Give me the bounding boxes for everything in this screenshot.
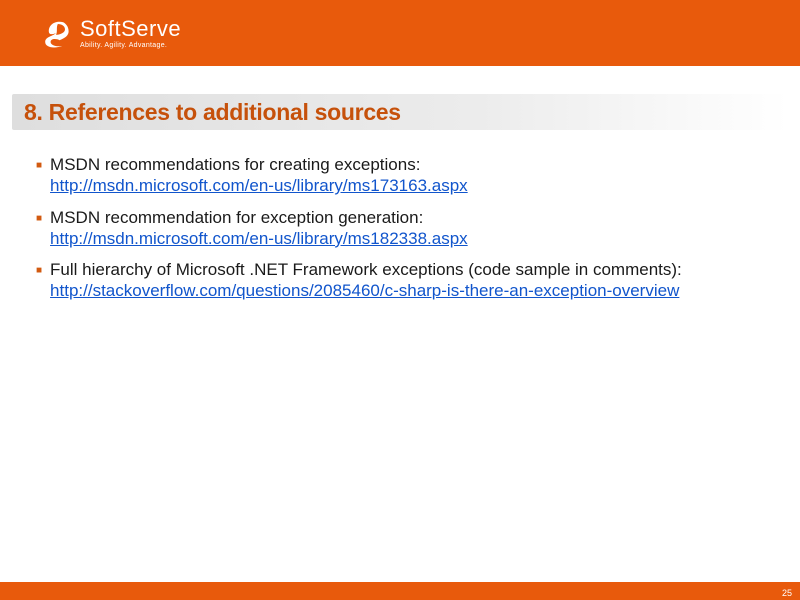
logo-tagline: Ability. Agility. Advantage. — [80, 42, 181, 49]
logo: SoftServe Ability. Agility. Advantage. — [38, 15, 181, 51]
item-body: MSDN recommendations for creating except… — [50, 154, 764, 197]
item-link[interactable]: http://msdn.microsoft.com/en-us/library/… — [50, 175, 764, 196]
item-body: Full hierarchy of Microsoft .NET Framewo… — [50, 259, 764, 302]
content-area: ■ MSDN recommendations for creating exce… — [0, 130, 800, 302]
item-text: MSDN recommendations for creating except… — [50, 155, 420, 174]
item-text: Full hierarchy of Microsoft .NET Framewo… — [50, 260, 682, 279]
item-link[interactable]: http://stackoverflow.com/questions/20854… — [50, 280, 764, 301]
list-item: ■ MSDN recommendations for creating exce… — [36, 154, 764, 197]
item-link[interactable]: http://msdn.microsoft.com/en-us/library/… — [50, 228, 764, 249]
footer-bar: 25 — [0, 584, 800, 600]
page-number: 25 — [782, 588, 792, 598]
bullet-icon: ■ — [36, 160, 42, 171]
list-item: ■ MSDN recommendation for exception gene… — [36, 207, 764, 250]
item-text: MSDN recommendation for exception genera… — [50, 208, 423, 227]
header-bar: SoftServe Ability. Agility. Advantage. — [0, 0, 800, 66]
list-item: ■ Full hierarchy of Microsoft .NET Frame… — [36, 259, 764, 302]
softserve-logo-icon — [38, 15, 74, 51]
item-body: MSDN recommendation for exception genera… — [50, 207, 764, 250]
slide-title-bar: 8. References to additional sources — [12, 94, 788, 130]
logo-text: SoftServe Ability. Agility. Advantage. — [80, 18, 181, 49]
bullet-icon: ■ — [36, 213, 42, 224]
logo-name: SoftServe — [80, 18, 181, 40]
slide-title: 8. References to additional sources — [24, 99, 401, 126]
bullet-icon: ■ — [36, 265, 42, 276]
